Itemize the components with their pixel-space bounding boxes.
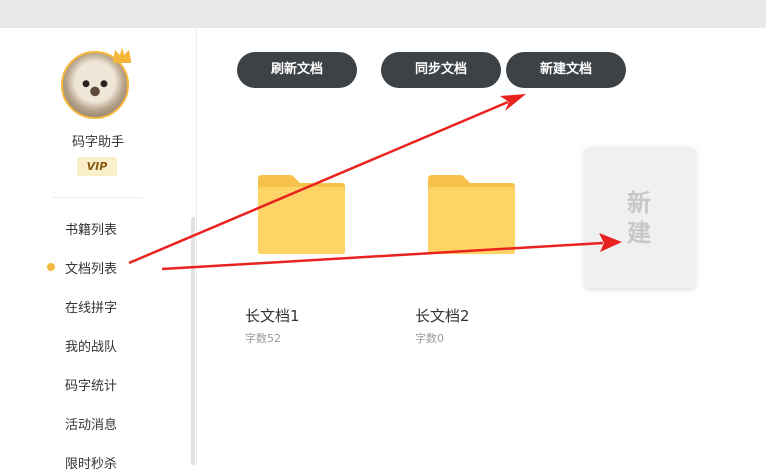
folder-icon[interactable] [426,173,516,255]
document-word-count: 字数52 [245,332,281,345]
new-card-label-line2: 建 [627,219,653,247]
sidebar-item-flash-sale[interactable]: 限时秒杀 [65,453,117,472]
sync-documents-button[interactable]: 同步文档 [381,52,501,88]
folder-icon[interactable] [256,173,346,255]
username: 码字助手 [71,135,124,150]
new-card-label-line1: 新 [627,189,653,217]
sidebar-item-messages[interactable]: 活动消息 [65,414,117,433]
new-card-label: 新 建 [585,188,695,248]
new-document-button[interactable]: 新建文档 [506,52,626,88]
sidebar-item-books[interactable]: 书籍列表 [65,219,117,238]
document-word-count: 字数0 [415,332,444,345]
sidebar-item-documents[interactable]: 文档列表 [65,258,117,277]
new-document-card[interactable]: 新 建 [585,148,695,288]
crown-icon [113,47,131,63]
refresh-documents-button[interactable]: 刷新文档 [237,52,357,88]
annotation-arrowhead [500,94,526,111]
sidebar-item-online-typing[interactable]: 在线拼字 [65,297,117,316]
top-bar [0,0,766,28]
document-title[interactable]: 长文档1 [245,305,300,326]
active-indicator-dot [47,263,55,271]
annotation-arrow-line [161,241,604,271]
sidebar-item-statistics[interactable]: 码字统计 [65,375,117,394]
vip-badge: VIP [77,157,117,176]
document-title[interactable]: 长文档2 [415,305,470,326]
sidebar-item-my-team[interactable]: 我的战队 [65,336,117,355]
user-avatar-area[interactable] [61,47,131,119]
sidebar-divider [52,197,142,198]
sidebar-scrollbar[interactable] [191,217,195,465]
